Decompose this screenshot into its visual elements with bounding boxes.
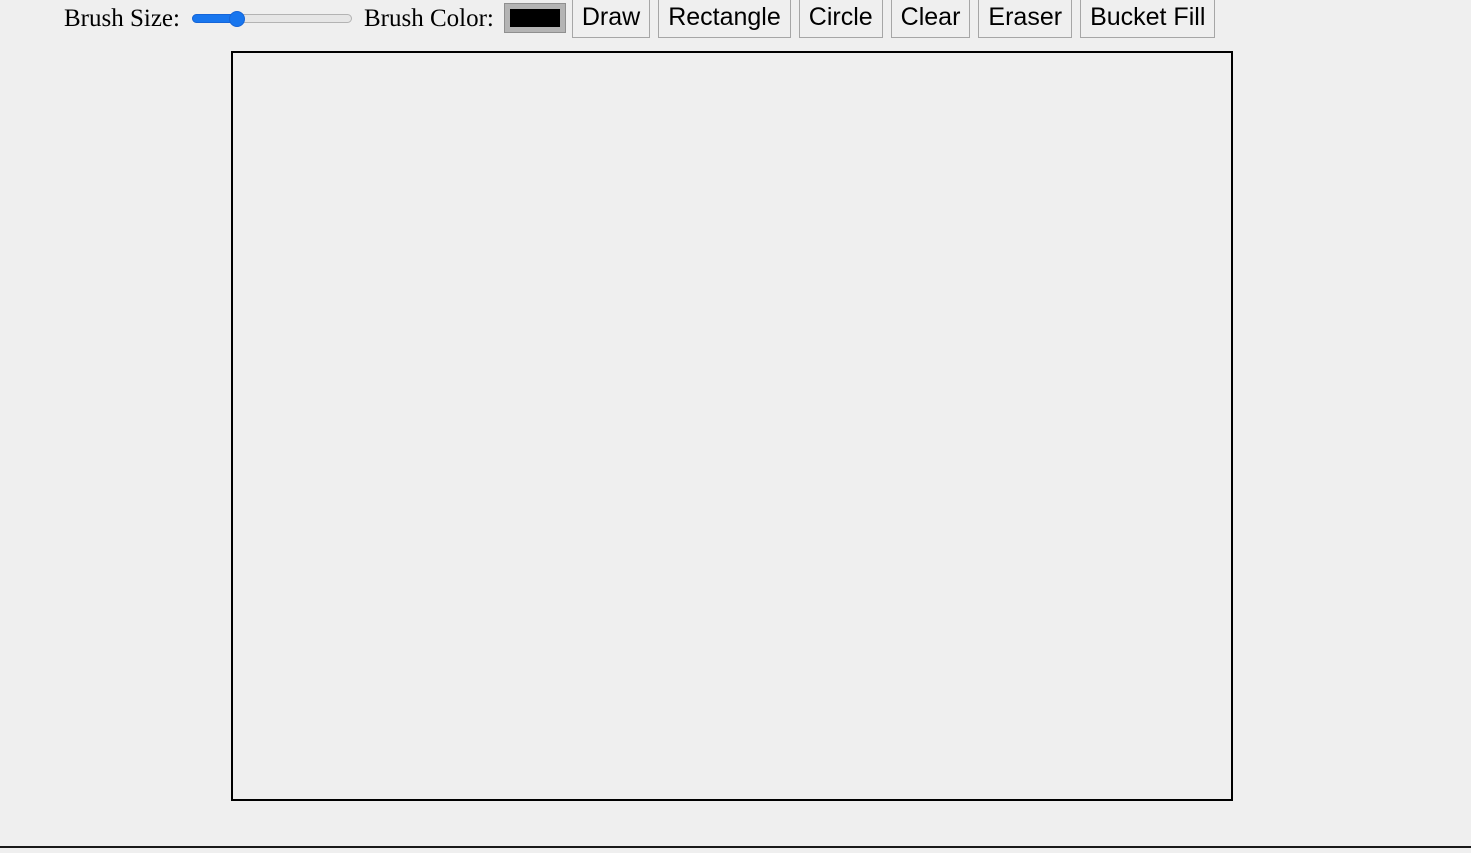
clear-button[interactable]: Clear: [890, 0, 971, 38]
toolbar: Brush Size: Brush Color: Draw Rectangle …: [0, 0, 1471, 38]
brush-color-picker[interactable]: [503, 3, 566, 33]
slider-thumb[interactable]: [229, 11, 246, 27]
brush-color-preview: [509, 9, 560, 27]
circle-button[interactable]: Circle: [798, 0, 883, 38]
drawing-canvas[interactable]: [231, 51, 1233, 801]
bucket-fill-button[interactable]: Bucket Fill: [1080, 0, 1216, 38]
window-bottom-divider: [0, 846, 1471, 848]
brush-size-label: Brush Size:: [64, 4, 180, 32]
brush-color-label: Brush Color:: [363, 4, 494, 32]
brush-size-slider[interactable]: [191, 6, 352, 30]
eraser-button[interactable]: Eraser: [978, 0, 1073, 38]
draw-button[interactable]: Draw: [571, 0, 651, 38]
rectangle-button[interactable]: Rectangle: [658, 0, 791, 38]
